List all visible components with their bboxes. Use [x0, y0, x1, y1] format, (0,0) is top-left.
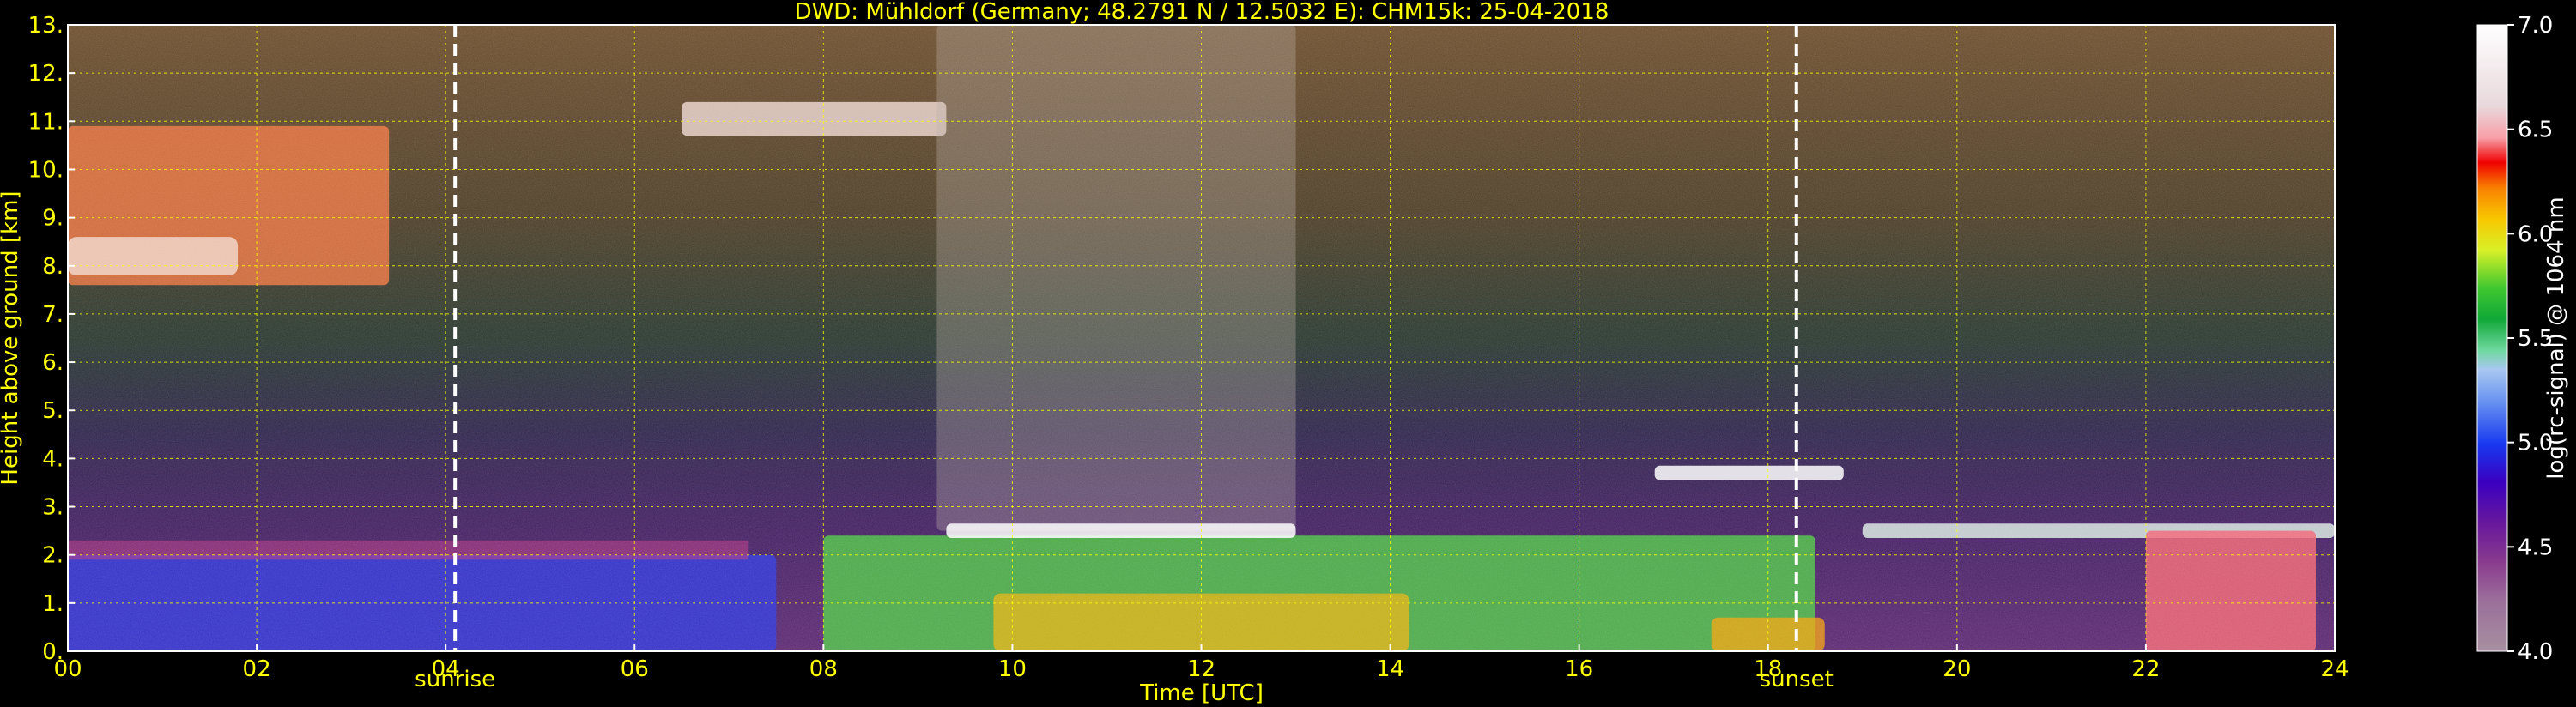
y-tick-label: 7.: [42, 302, 64, 328]
y-tick-label: 5.: [42, 398, 64, 424]
y-tick-label: 12.: [28, 61, 64, 87]
colorbar-gradient: [2477, 25, 2507, 651]
x-tick-label: 18: [1754, 656, 1782, 682]
colorbar-tick-label: 6.5: [2518, 118, 2553, 143]
x-tick-label: 06: [621, 656, 649, 682]
y-tick-label: 1.: [42, 591, 64, 617]
x-tick-label: 12: [1187, 656, 1215, 682]
colorbar-tick-label: 7.0: [2518, 13, 2553, 39]
colorbar-tick-label: 4.0: [2518, 639, 2553, 665]
colorbar: 4.04.55.05.56.06.57.0 log(rc-signal) @ 1…: [2476, 13, 2569, 665]
x-tick-label: 22: [2131, 656, 2160, 682]
y-tick-label: 9.: [42, 206, 64, 232]
y-tick-label: 0.: [42, 639, 64, 665]
x-tick-label: 04: [432, 656, 460, 682]
y-tick-label: 6.: [42, 350, 64, 376]
chart-title: DWD: Mühldorf (Germany; 48.2791 N / 12.5…: [795, 0, 1609, 25]
x-axis-label: Time [UTC]: [1139, 680, 1264, 706]
y-axis-label: Height above ground [km]: [0, 190, 23, 485]
x-tick-label: 24: [2320, 656, 2349, 682]
x-tick-label: 02: [243, 656, 271, 682]
y-tick-label: 4.: [42, 446, 64, 472]
x-tick-label: 20: [1943, 656, 1971, 682]
x-tick-label: 16: [1565, 656, 1593, 682]
x-tick-label: 08: [809, 656, 838, 682]
y-tick-label: 3.: [42, 495, 64, 521]
x-tick-label: 10: [998, 656, 1027, 682]
ceilometer-chart: sunrise sunset 00 02 04 06 08 10 12 14 16 18 20 22 24…: [0, 0, 2569, 706]
y-tick-label: 10.: [28, 157, 64, 183]
y-tick-label: 2.: [42, 543, 64, 569]
colorbar-label: log(rc-signal) @ 1064 nm: [2543, 196, 2569, 479]
x-tick-label: 14: [1376, 656, 1404, 682]
y-tick-label: 11.: [28, 109, 64, 135]
colorbar-tick-label: 4.5: [2518, 535, 2553, 560]
y-tick-label: 8.: [42, 254, 64, 280]
y-tick-label: 13.: [28, 13, 64, 39]
